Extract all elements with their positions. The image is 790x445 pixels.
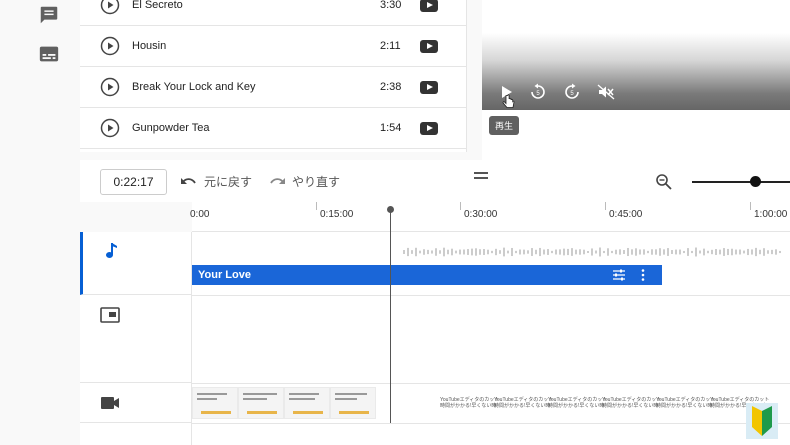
youtube-icon[interactable] — [420, 121, 438, 135]
track-title: Break Your Lock and Key — [132, 81, 256, 93]
blur-track-header[interactable] — [80, 295, 192, 383]
thumbnail-caption: YouTubeエディタのカット 時間がかかる!早くない時 — [440, 397, 500, 409]
timecode-field[interactable]: 0:22:17 — [100, 169, 167, 195]
preview-controls: 5 5 — [482, 78, 790, 108]
track-duration: 3:30 — [380, 0, 402, 11]
undo-button[interactable]: 元に戻す — [180, 173, 252, 190]
audio-waveform — [403, 247, 781, 257]
cursor-icon — [502, 94, 515, 108]
lane-divider — [192, 295, 790, 296]
track-title: Gunpowder Tea — [132, 122, 210, 134]
audio-clip[interactable]: Your Love — [192, 265, 662, 285]
list-item[interactable]: El Secreto 3:30 — [80, 0, 467, 26]
playhead[interactable] — [390, 208, 391, 423]
timeline-toolbar: 0:22:17 元に戻す やり直す — [80, 160, 790, 202]
svg-text:5: 5 — [536, 91, 540, 97]
redo-button[interactable]: やり直す — [268, 173, 340, 190]
track-duration: 2:38 — [380, 81, 402, 93]
undo-label: 元に戻す — [204, 175, 253, 189]
thumbnail-caption: YouTubeエディタのカット 時間がかかる!早くない時 — [548, 397, 608, 409]
track-headers — [80, 232, 192, 445]
list-item[interactable]: Housin 2:11 — [80, 26, 467, 67]
lane-divider — [192, 423, 790, 424]
youtube-icon[interactable] — [420, 0, 438, 12]
track-title: El Secreto — [132, 0, 183, 11]
redo-label: やり直す — [292, 175, 341, 189]
play-circle-icon[interactable] — [100, 77, 120, 97]
undo-icon — [181, 177, 196, 184]
ruler-tick-label: 0:00 — [190, 209, 210, 220]
timeline-lanes: Your Love YouTubeエディタのカット 時間がかかる!早くない時 Y… — [192, 232, 790, 445]
comment-icon[interactable] — [38, 4, 60, 26]
ruler-tick — [605, 202, 606, 210]
video-thumbnail — [284, 387, 330, 419]
youtube-icon[interactable] — [420, 80, 438, 94]
preview-info-area — [482, 110, 790, 160]
resize-handle-icon[interactable] — [474, 172, 488, 182]
play-tooltip: 再生 — [489, 116, 520, 135]
rewind-icon[interactable]: 5 — [528, 82, 548, 102]
videocam-icon — [101, 397, 119, 409]
play-circle-icon[interactable] — [100, 118, 120, 138]
thumbnail-caption: YouTubeエディタのカット 時間がかかる!早くない時 — [656, 397, 716, 409]
tune-icon[interactable] — [612, 268, 626, 282]
redo-icon — [270, 177, 285, 184]
left-rail — [0, 0, 80, 445]
ruler-tick-label: 1:00:00 — [754, 209, 788, 220]
video-thumbnail — [330, 387, 376, 419]
ruler-tick-label: 0:30:00 — [464, 209, 498, 220]
mute-icon[interactable] — [596, 82, 616, 102]
audio-track-list: El Secreto 3:30 Housin 2:11 Break Your L… — [80, 0, 467, 152]
thumbnail-caption: YouTubeエディタのカット 時間がかかる!早くない時 — [602, 397, 662, 409]
video-thumbnail — [238, 387, 284, 419]
audio-track-header[interactable] — [80, 232, 192, 295]
subtitles-icon[interactable] — [38, 43, 60, 65]
ruler-tick-label: 0:45:00 — [609, 209, 643, 220]
ruler-tick — [316, 202, 317, 210]
video-thumbnail — [192, 387, 238, 419]
video-track-header[interactable] — [80, 383, 192, 423]
ruler-tick — [750, 202, 751, 210]
music-note-icon — [106, 243, 117, 258]
beginner-mark-icon — [746, 403, 778, 439]
picture-in-picture-icon — [100, 307, 120, 323]
play-circle-icon[interactable] — [100, 0, 120, 15]
list-item[interactable]: Gunpowder Tea 1:54 — [80, 108, 467, 149]
track-duration: 2:11 — [380, 40, 401, 52]
zoom-out-icon[interactable] — [655, 173, 673, 191]
zoom-slider[interactable] — [692, 181, 790, 183]
track-duration: 1:54 — [380, 122, 402, 134]
track-title: Housin — [132, 40, 167, 52]
more-vert-icon[interactable] — [636, 268, 650, 282]
youtube-icon[interactable] — [420, 39, 438, 53]
zoom-slider-knob[interactable] — [750, 176, 761, 187]
ruler-tick-label: 0:15:00 — [320, 209, 354, 220]
video-thumbnail-strip[interactable]: YouTubeエディタのカット 時間がかかる!早くない時 YouTubeエディタ… — [192, 383, 790, 423]
thumbnail-caption: YouTubeエディタのカット 時間がかかる!早くない時 — [494, 397, 554, 409]
ruler-tick — [460, 202, 461, 210]
play-circle-icon[interactable] — [100, 36, 120, 56]
audio-clip-title: Your Love — [198, 269, 251, 281]
list-item[interactable]: Break Your Lock and Key 2:38 — [80, 67, 467, 108]
forward-icon[interactable]: 5 — [562, 82, 582, 102]
svg-text:5: 5 — [570, 91, 574, 97]
timeline-ruler[interactable]: 0:00 0:15:00 0:30:00 0:45:00 1:00:00 — [190, 202, 790, 232]
